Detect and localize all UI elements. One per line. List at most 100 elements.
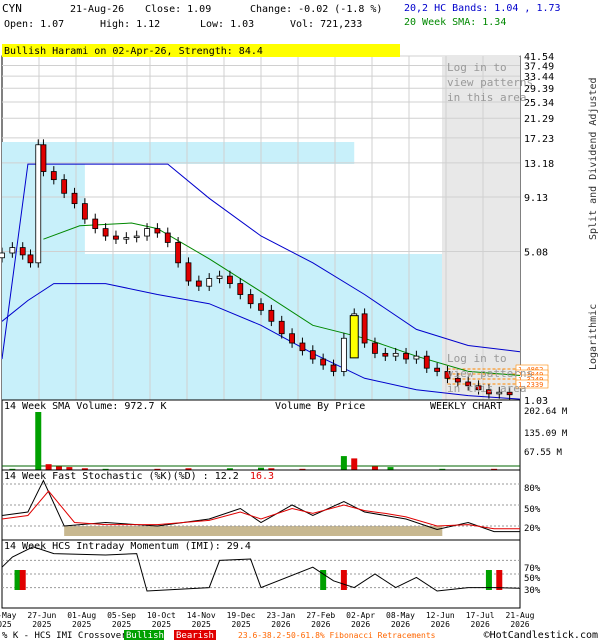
footer-brand-label: ©HotCandlestick.com (484, 630, 598, 640)
candle-body (216, 275, 223, 279)
x-tick-label: 2025 (0, 620, 12, 629)
candle-body (27, 254, 34, 264)
x-tick-label: 2026 (351, 620, 370, 629)
side-label-log: Logarithmic (588, 304, 599, 370)
x-tick-label: 2025 (72, 620, 91, 629)
candle-body (40, 144, 47, 172)
footer-crossover-label: % K - HCS IMI Crossover, (2, 631, 132, 640)
candle-body (81, 203, 88, 220)
x-tick-label: 27-Feb (306, 611, 335, 620)
watermark-label: WEEKLY CHART (430, 401, 502, 412)
y-tick-label: 17.23 (524, 134, 554, 145)
volume-sma-label: 14 Week SMA Volume: 972.7 K (4, 401, 167, 412)
imi-axis-label: 70% (524, 564, 541, 574)
candle-body (237, 283, 244, 295)
volume-bar (351, 458, 358, 470)
stochastic-axis-label: 20% (524, 524, 541, 534)
footer-bull-label: Bullish (126, 631, 164, 640)
stochastic-axis-label: 50% (524, 505, 541, 515)
x-tick-label: 2026 (391, 620, 410, 629)
candle-body (330, 364, 337, 372)
candle-body (247, 294, 254, 305)
stochastic-axis-label: 80% (524, 484, 541, 494)
x-tick-label: 08-May (386, 611, 415, 620)
y-tick-label: 5.08 (524, 248, 548, 259)
candle-body (102, 228, 109, 237)
footer-bear-label: Bearish (176, 631, 214, 640)
candle-body (403, 352, 409, 360)
candle-body (320, 358, 327, 366)
candle-body (113, 235, 119, 240)
candle-body (144, 228, 150, 237)
y-tick-label: 13.18 (524, 159, 554, 170)
x-tick-label: 2025 (192, 620, 211, 629)
x-tick-label: 2026 (471, 620, 490, 629)
date-label: 21-Aug-26 (70, 4, 124, 15)
low-label: Low: 1.03 (200, 19, 254, 30)
candle-body (392, 352, 399, 357)
y-tick-label: 21.29 (524, 114, 554, 125)
volume-axis-label: 202.64 M (524, 407, 568, 417)
bands-label: 20,2 HC Bands: 1.04 , 1.73 (404, 3, 561, 14)
y-tick-label: 1.03 (524, 396, 548, 407)
candle-body (268, 309, 275, 322)
candle-body (154, 228, 161, 234)
x-tick-label: 2026 (271, 620, 290, 629)
x-tick-label: 19-Dec (227, 611, 256, 620)
side-label-split: Split and Dividend Adjusted (588, 77, 599, 240)
ticker-label: CYN (2, 2, 22, 15)
login-shade (442, 57, 520, 400)
login-note-text: view patterns (447, 367, 533, 380)
candle-body (61, 179, 68, 194)
candle-body (9, 247, 16, 254)
x-tick-label: 17-Jul (466, 611, 495, 620)
candle-body (133, 235, 140, 238)
y-tick-label: 25.34 (524, 98, 554, 109)
candle-body (372, 342, 378, 354)
x-tick-label: 14-Nov (187, 611, 216, 620)
candle-body (309, 350, 316, 360)
vbp-label: Volume By Price (275, 401, 365, 412)
candle-body (0, 252, 5, 259)
x-tick-label: 2025 (112, 620, 131, 629)
candlestick-chart: CYN 21-Aug-26 Close: 1.09 Change: -0.02 (-1… (0, 2, 599, 640)
pattern-banner-text: Bullish Harami on 02-Apr-26, Strength: 8… (4, 46, 263, 57)
candle-body (413, 355, 420, 360)
imi-label: 14 Week HCS Intraday Momentum (IMI): 29.… (4, 541, 251, 552)
login-note-text: Log in to (447, 61, 507, 74)
volume-axis-label: 67.55 M (524, 448, 563, 458)
x-tick-label: 01-Aug (67, 611, 96, 620)
volume-axis-label: 135.09 M (524, 429, 568, 439)
candle-body (382, 352, 389, 357)
volume-bar (340, 456, 347, 470)
close-label: Close: 1.09 (145, 4, 211, 15)
candle-body (19, 247, 26, 256)
imi-axis-label: 30% (524, 586, 541, 596)
login-note-text: Log in to (447, 352, 507, 365)
candle-body (423, 355, 430, 369)
candle-body (123, 237, 130, 240)
volume-label: Vol: 721,233 (290, 19, 362, 30)
imi-crossover-bar (496, 570, 503, 590)
login-note-text: in this area (447, 91, 526, 104)
imi-crossover-bar (19, 570, 26, 590)
candle-body (195, 280, 202, 287)
x-tick-label: 2025 (152, 620, 171, 629)
y-tick-label: 9.13 (524, 193, 548, 204)
volume-bar (45, 464, 52, 470)
x-tick-label: 05-Sep (107, 611, 136, 620)
x-tick-label: 10-Oct (147, 611, 176, 620)
sma-label: 20 Week SMA: 1.34 (404, 17, 506, 28)
x-tick-label: 2026 (431, 620, 450, 629)
x-tick-label: 30-May (0, 611, 17, 620)
pattern-candle (349, 315, 359, 359)
stochastic-shade (64, 526, 443, 536)
candle-body (185, 262, 192, 282)
imi-crossover-bar (485, 570, 492, 590)
x-tick-label: 2025 (231, 620, 250, 629)
stochastic-label: 14 Week Fast Stochastic (%K)(%D) : 12.2 (4, 471, 239, 482)
candle-body (92, 218, 99, 229)
y-tick-label: 37.49 (524, 62, 554, 73)
candle-body (206, 278, 213, 287)
stochastic-d-value: 16.3 (250, 471, 274, 482)
